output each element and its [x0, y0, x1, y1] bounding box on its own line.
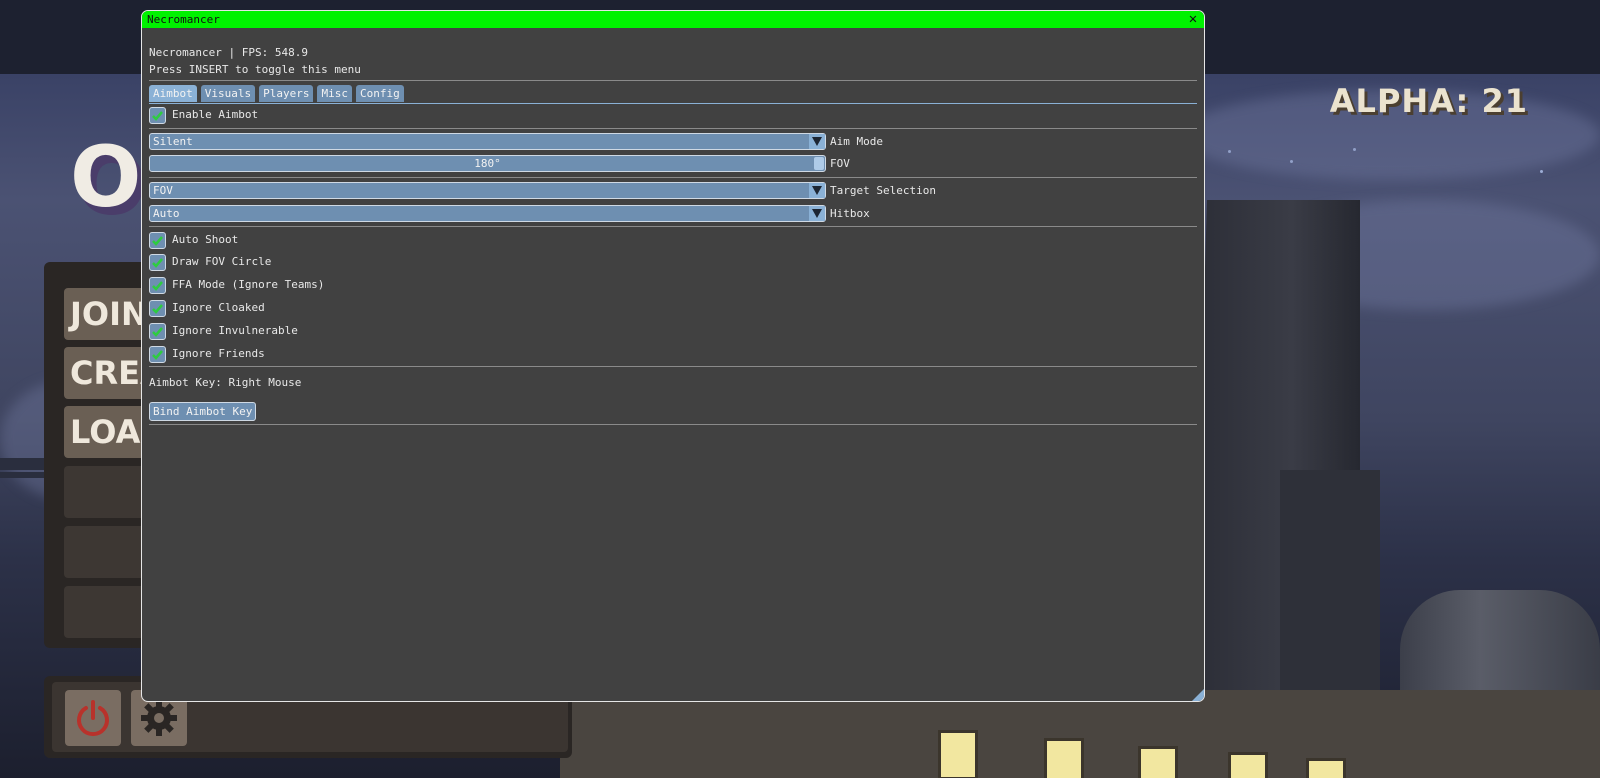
- enable-aimbot-checkbox[interactable]: Enable Aimbot: [149, 106, 258, 124]
- ffa-mode-checkbox[interactable]: FFA Mode (Ignore Teams): [149, 276, 324, 294]
- combo-value: FOV: [153, 184, 173, 197]
- check-icon: [152, 280, 163, 291]
- necromancer-window[interactable]: Necromancer ✕ Necromancer | FPS: 548.9 P…: [141, 10, 1205, 702]
- slider-grab[interactable]: [814, 157, 824, 170]
- auto-shoot-checkbox[interactable]: Auto Shoot: [149, 231, 238, 249]
- quit-button[interactable]: [65, 690, 121, 746]
- separator: [149, 128, 1197, 129]
- checkbox-box[interactable]: [149, 345, 166, 363]
- aimbot-key-text: Aimbot Key: Right Mouse: [149, 376, 302, 389]
- fps-header: Necromancer | FPS: 548.9: [149, 46, 308, 59]
- checkbox-box[interactable]: [149, 276, 166, 294]
- check-icon: [152, 303, 163, 314]
- checkbox-label: Draw FOV Circle: [172, 255, 272, 268]
- check-icon: [152, 235, 163, 246]
- resize-grip[interactable]: [1192, 689, 1204, 701]
- ignore-friends-checkbox[interactable]: Ignore Friends: [149, 345, 265, 363]
- checkbox-label: Ignore Friends: [172, 347, 265, 360]
- aim-mode-combo[interactable]: Silent: [149, 133, 826, 150]
- check-icon: [152, 257, 163, 268]
- checkbox-label: FFA Mode (Ignore Teams): [172, 278, 325, 291]
- game-background: OP ALPHA: 21 JOIN CREA LOAD Necromancer: [0, 0, 1600, 778]
- window-titlebar[interactable]: Necromancer: [142, 11, 1204, 28]
- check-icon: [152, 349, 163, 360]
- draw-fov-circle-checkbox[interactable]: Draw FOV Circle: [149, 253, 271, 271]
- tab-aimbot[interactable]: Aimbot: [149, 85, 197, 102]
- checkbox-box[interactable]: [149, 106, 166, 124]
- separator: [149, 226, 1197, 227]
- toggle-hint: Press INSERT to toggle this menu: [149, 63, 361, 76]
- chevron-down-icon[interactable]: [809, 183, 825, 198]
- check-icon: [152, 326, 163, 337]
- tab-players[interactable]: Players: [259, 85, 314, 102]
- ignore-cloaked-checkbox[interactable]: Ignore Cloaked: [149, 299, 265, 317]
- ignore-invulnerable-checkbox[interactable]: Ignore Invulnerable: [149, 322, 298, 340]
- check-icon: [152, 110, 163, 121]
- lit-window: [938, 730, 978, 778]
- close-icon[interactable]: ✕: [1186, 11, 1200, 28]
- aim-mode-label: Aim Mode: [830, 135, 883, 148]
- slider-value: 180°: [474, 157, 501, 170]
- combo-value: Auto: [153, 207, 180, 220]
- power-icon: [77, 700, 109, 737]
- window-content: Necromancer | FPS: 548.9 Press INSERT to…: [149, 28, 1197, 701]
- target-selection-combo[interactable]: FOV: [149, 182, 826, 199]
- checkbox-box[interactable]: [149, 253, 166, 271]
- tab-visuals[interactable]: Visuals: [200, 85, 256, 102]
- checkbox-label: Ignore Invulnerable: [172, 324, 298, 337]
- hitbox-combo[interactable]: Auto: [149, 205, 826, 222]
- window-title: Necromancer: [147, 13, 220, 26]
- fov-slider[interactable]: 180°: [149, 155, 826, 172]
- separator: [149, 80, 1197, 81]
- tab-bar: Aimbot Visuals Players Misc Config: [149, 85, 404, 103]
- lit-window: [1306, 758, 1346, 778]
- checkbox-label: Ignore Cloaked: [172, 301, 265, 314]
- checkbox-box[interactable]: [149, 322, 166, 340]
- tab-misc[interactable]: Misc: [317, 85, 352, 102]
- checkbox-box[interactable]: [149, 231, 166, 249]
- hitbox-label: Hitbox: [830, 207, 870, 220]
- lit-window: [1138, 746, 1178, 778]
- chevron-down-icon[interactable]: [809, 206, 825, 221]
- target-selection-label: Target Selection: [830, 184, 936, 197]
- bind-aimbot-key-button[interactable]: Bind Aimbot Key: [149, 402, 257, 421]
- lit-window: [1044, 738, 1084, 778]
- tab-config[interactable]: Config: [355, 85, 404, 102]
- separator: [149, 424, 1197, 425]
- fov-label: FOV: [830, 157, 850, 170]
- checkbox-box[interactable]: [149, 299, 166, 317]
- combo-value: Silent: [153, 135, 193, 148]
- checkbox-label: Auto Shoot: [172, 233, 239, 246]
- chevron-down-icon[interactable]: [809, 134, 825, 149]
- checkbox-label: Enable Aimbot: [172, 108, 259, 121]
- alpha-version-label: ALPHA: 21: [1329, 82, 1528, 120]
- tab-underline: [149, 103, 1197, 104]
- gear-icon: [141, 700, 177, 736]
- separator: [149, 177, 1197, 178]
- lit-window: [1228, 752, 1268, 778]
- star: [1540, 170, 1543, 173]
- separator: [149, 366, 1197, 367]
